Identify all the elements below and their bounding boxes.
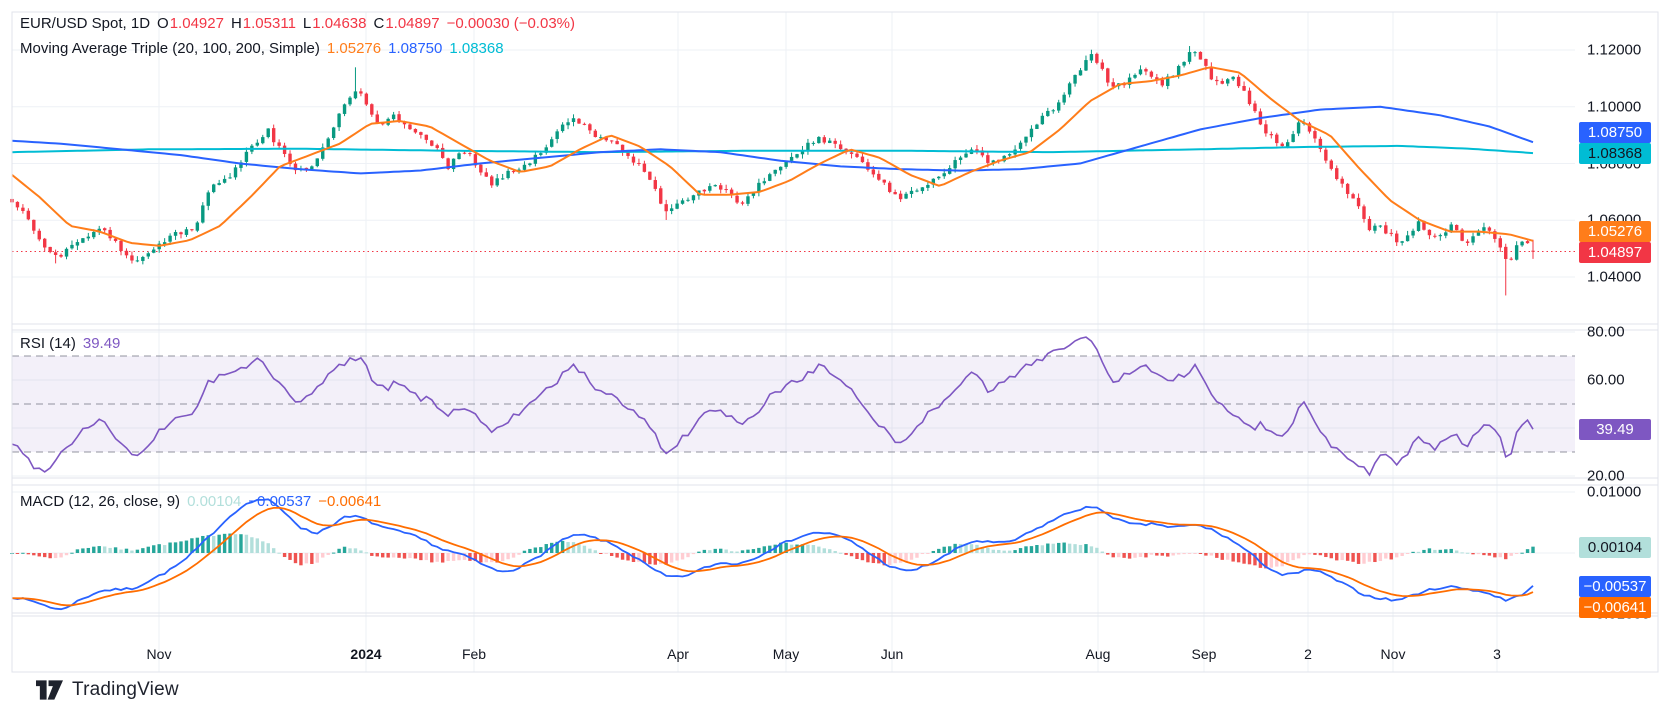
ohlc-high: H 1.05311 xyxy=(230,15,296,32)
time-label: Aug xyxy=(1085,646,1111,662)
chart-canvas[interactable] xyxy=(0,0,1674,718)
time-label: Apr xyxy=(667,646,689,662)
time-label: 2024 xyxy=(350,646,382,662)
macd-line-value: −0.00537 xyxy=(248,493,312,510)
ma20-line xyxy=(11,66,1534,247)
macd-signal-value: −0.00641 xyxy=(318,493,382,510)
ohlc-close: C 1.04897 xyxy=(373,15,440,32)
symbol-title[interactable]: EUR/USD Spot, 1D xyxy=(20,15,150,32)
macd-tick-label: 0.01000 xyxy=(1587,483,1642,501)
time-label: Nov xyxy=(146,646,172,662)
rsi-badge: 39.49 xyxy=(1579,418,1651,440)
rsi-tick-label: 80.00 xyxy=(1587,323,1625,341)
ohlc-open: O 1.04927 xyxy=(157,15,224,32)
price-badge: 1.04897 xyxy=(1579,241,1651,263)
price-badge: 1.08750 xyxy=(1579,121,1651,143)
rsi-tick-label: 60.00 xyxy=(1587,371,1625,389)
tradingview-logo-text: TradingView xyxy=(72,679,179,700)
time-label: 3 xyxy=(1493,646,1501,662)
price-tick-label: 1.12000 xyxy=(1587,41,1642,59)
ma-legend: Moving Average Triple (20, 100, 200, Sim… xyxy=(20,40,504,57)
rsi-indicator-title[interactable]: RSI (14) xyxy=(20,335,76,352)
macd-histogram xyxy=(10,533,1535,569)
ma200-line xyxy=(11,144,1534,155)
tradingview-logo[interactable]: TradingView xyxy=(36,679,179,701)
time-label: Feb xyxy=(461,646,487,662)
tradingview-chart: EUR/USD Spot, 1D O 1.04927 H 1.05311 L 1.04… xyxy=(0,0,1674,718)
macd-indicator-title[interactable]: MACD (12, 26, close, 9) xyxy=(20,493,180,510)
candlestick-series xyxy=(10,46,1535,296)
change-value: −0.00030 (−0.03%) xyxy=(446,15,575,32)
ma200-value: 1.08368 xyxy=(449,40,504,57)
time-label: Jun xyxy=(880,646,904,662)
price-badge: 1.05276 xyxy=(1579,220,1651,242)
macd-hist-value: 0.00104 xyxy=(187,493,242,510)
price-axis[interactable]: 1.120001.100001.080001.060001.0400080.00… xyxy=(1575,12,1674,623)
time-label: Nov xyxy=(1380,646,1406,662)
price-tick-label: 1.10000 xyxy=(1587,98,1642,116)
macd-badge: 0.00104 xyxy=(1579,536,1651,558)
price-tick-label: 1.04000 xyxy=(1587,268,1642,286)
rsi-value: 39.49 xyxy=(82,335,121,352)
time-label: Sep xyxy=(1191,646,1217,662)
rsi-legend: RSI (14) 39.49 xyxy=(20,335,120,352)
time-axis[interactable]: Nov 2024 Feb Apr May Jun Aug Sep 2 Nov 3 xyxy=(12,616,1575,672)
ma100-value: 1.08750 xyxy=(388,40,443,57)
time-label: 2 xyxy=(1304,646,1312,662)
macd-legend: MACD (12, 26, close, 9) 0.00104 −0.00537… xyxy=(20,493,381,510)
ma20-value: 1.05276 xyxy=(326,40,382,57)
tradingview-logo-icon xyxy=(36,680,63,700)
rsi-tick-label: 20.00 xyxy=(1587,467,1625,485)
time-label: May xyxy=(772,646,800,662)
macd-badge: −0.00641 xyxy=(1579,596,1651,618)
price-badge: 1.08368 xyxy=(1579,142,1651,164)
macd-badge: −0.00537 xyxy=(1579,575,1651,597)
macd-signal-line xyxy=(11,506,1534,607)
ohlc-low: L 1.04638 xyxy=(302,15,367,32)
ma-indicator-title[interactable]: Moving Average Triple (20, 100, 200, Sim… xyxy=(20,40,320,57)
symbol-legend: EUR/USD Spot, 1D O 1.04927 H 1.05311 L 1.04… xyxy=(20,15,575,32)
